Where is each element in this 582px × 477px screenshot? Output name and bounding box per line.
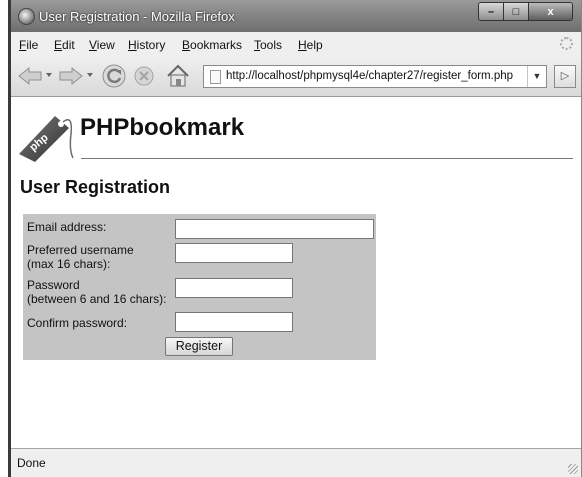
address-bar[interactable]: http://localhost/phpmysql4e/chapter27/re… — [203, 65, 547, 88]
url-text[interactable]: http://localhost/phpmysql4e/chapter27/re… — [226, 70, 513, 82]
password-label: Password (between 6 and 16 chars): — [27, 278, 167, 306]
menu-edit[interactable]: Edit — [54, 38, 75, 52]
back-arrow-icon[interactable] — [17, 66, 43, 86]
page-icon — [210, 70, 221, 84]
navigation-toolbar: http://localhost/phpmysql4e/chapter27/re… — [11, 56, 581, 97]
page-heading: User Registration — [20, 177, 171, 197]
minimize-button[interactable]: – — [478, 2, 504, 21]
status-text: Done — [17, 456, 46, 470]
resize-grip-icon[interactable] — [568, 464, 578, 474]
status-bar: Done — [11, 448, 581, 477]
menu-file[interactable]: File — [19, 38, 38, 52]
email-field[interactable] — [175, 219, 374, 239]
password-field[interactable] — [175, 278, 293, 298]
menu-bookmarks[interactable]: Bookmarks — [182, 38, 242, 52]
throbber-icon — [560, 37, 573, 50]
go-button[interactable]: ▷ — [554, 65, 576, 88]
php-logo-icon: php — [19, 116, 74, 162]
username-label: Preferred username (max 16 chars): — [27, 243, 134, 271]
stop-icon[interactable] — [133, 65, 155, 87]
url-dropdown-icon[interactable]: ▼ — [527, 66, 546, 87]
confirm-password-field[interactable] — [175, 312, 293, 332]
firefox-icon — [18, 8, 35, 25]
forward-arrow-icon[interactable] — [58, 66, 84, 86]
email-label: Email address: — [27, 220, 107, 234]
back-dropdown-icon[interactable] — [45, 71, 53, 79]
window-title: User Registration - Mozilla Firefox — [39, 9, 235, 24]
header-divider — [81, 158, 573, 159]
home-icon[interactable] — [165, 63, 191, 89]
menu-bar: File Edit View History Bookmarks Tools H… — [11, 32, 581, 56]
site-title: PHPbookmark — [80, 114, 245, 141]
forward-dropdown-icon[interactable] — [86, 71, 94, 79]
username-field[interactable] — [175, 243, 293, 263]
register-button[interactable]: Register — [165, 337, 233, 356]
registration-form: Email address: Preferred username (max 1… — [23, 214, 376, 360]
page-content: php PHPbookmark User Registration Email … — [11, 97, 581, 448]
close-button[interactable]: x — [529, 2, 573, 21]
menu-help[interactable]: Help — [298, 38, 323, 52]
reload-icon[interactable] — [101, 63, 127, 89]
confirm-password-label: Confirm password: — [27, 316, 128, 330]
maximize-button[interactable]: □ — [504, 2, 529, 21]
menu-tools[interactable]: Tools — [254, 38, 282, 52]
window-controls: – □ x — [478, 2, 573, 22]
browser-window: User Registration - Mozilla Firefox – □ … — [8, 0, 582, 477]
menu-history[interactable]: History — [128, 38, 165, 52]
title-bar[interactable]: User Registration - Mozilla Firefox – □ … — [11, 0, 581, 32]
menu-view[interactable]: View — [89, 38, 115, 52]
